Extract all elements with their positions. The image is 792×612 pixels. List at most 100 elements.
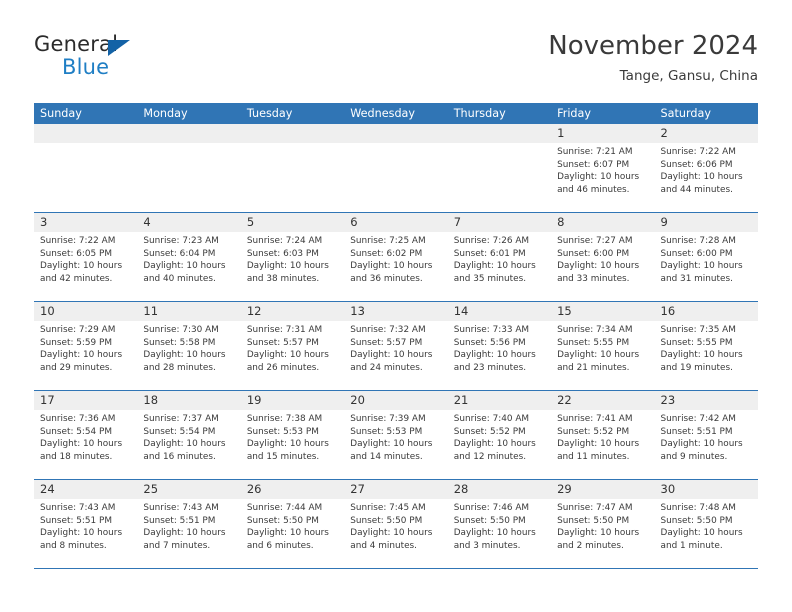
calendar-page: General Blue November 2024 Tange, Gansu,…	[0, 0, 792, 612]
calendar-day-cell[interactable]: 20 Sunrise: 7:39 AM Sunset: 5:53 PM Dayligh…	[344, 391, 448, 479]
sunrise-text: Sunrise: 7:21 AM	[557, 147, 633, 157]
day-sun-info: Sunrise: 7:42 AM Sunset: 5:51 PM Daylight:…	[655, 410, 758, 463]
calendar-day-cell[interactable]: 22 Sunrise: 7:41 AM Sunset: 5:52 PM Dayligh…	[551, 391, 655, 479]
weekday-header-sunday: Sunday	[40, 107, 82, 120]
calendar-day-cell[interactable]: 30 Sunrise: 7:48 AM Sunset: 5:50 PM Dayligh…	[654, 480, 758, 568]
calendar-day-cell[interactable]: 2 Sunrise: 7:22 AM Sunset: 6:06 PM Daylight…	[654, 124, 758, 212]
sunset-text: Sunset: 5:56 PM	[453, 337, 526, 348]
weekday-header-saturday: Saturday	[660, 107, 711, 120]
calendar-grid: Sunday Monday Tuesday Wednesday Thursday Frid…	[34, 103, 758, 569]
calendar-day-cell[interactable]: 26 Sunrise: 7:44 AM Sunset: 5:50 PM Dayligh…	[240, 480, 345, 568]
calendar-day-cell[interactable]: 8 Sunrise: 7:27 AM Sunset: 6:00 PM Daylight…	[551, 213, 655, 301]
day-number-strip: 19	[240, 391, 345, 410]
calendar-day-cell-empty	[447, 124, 552, 212]
day-number: 30	[660, 482, 676, 496]
calendar-weeks: 1 Sunrise: 7:21 AM Sunset: 6:07 PM Daylight…	[34, 124, 758, 569]
day-number-strip: 2	[654, 124, 758, 143]
calendar-day-cell[interactable]: 4 Sunrise: 7:23 AM Sunset: 6:04 PM Daylight…	[137, 213, 241, 301]
day-number-strip: 29	[551, 480, 655, 499]
sunrise-text: Sunrise: 7:25 AM	[350, 236, 426, 246]
day-number: 2	[660, 126, 668, 140]
day-sun-info: Sunrise: 7:27 AM Sunset: 6:00 PM Daylight:…	[551, 232, 654, 285]
calendar-day-cell[interactable]: 18 Sunrise: 7:37 AM Sunset: 5:54 PM Dayligh…	[137, 391, 241, 479]
daylight-text: Daylight: 10 hours and 15 minutes.	[246, 439, 329, 462]
calendar-day-cell[interactable]: 3 Sunrise: 7:22 AM Sunset: 6:05 PM Daylight…	[34, 213, 138, 301]
day-number: 8	[557, 215, 565, 229]
brand-name-blue: Blue	[62, 55, 110, 79]
day-sun-info: Sunrise: 7:22 AM Sunset: 6:06 PM Daylight:…	[655, 143, 758, 196]
sunrise-text: Sunrise: 7:32 AM	[350, 325, 426, 335]
sunrise-text: Sunrise: 7:46 AM	[453, 503, 530, 513]
day-number: 19	[246, 393, 262, 407]
day-number-strip: 18	[137, 391, 241, 410]
day-sun-info: Sunrise: 7:35 AM Sunset: 5:55 PM Daylight:…	[655, 321, 758, 374]
daylight-text: Daylight: 10 hours and 6 minutes.	[246, 528, 329, 551]
calendar-day-cell[interactable]: 7 Sunrise: 7:26 AM Sunset: 6:01 PM Daylight…	[447, 213, 552, 301]
day-number-strip: 20	[344, 391, 448, 410]
sunrise-text: Sunrise: 7:34 AM	[557, 325, 633, 335]
day-number-strip: 6	[344, 213, 448, 232]
brand-logo[interactable]: General Blue	[34, 32, 234, 90]
sunrise-text: Sunrise: 7:43 AM	[40, 503, 116, 513]
daylight-text: Daylight: 10 hours and 12 minutes.	[453, 439, 536, 462]
calendar-day-cell[interactable]: 11 Sunrise: 7:30 AM Sunset: 5:58 PM Dayligh…	[137, 302, 241, 390]
day-sun-info: Sunrise: 7:41 AM Sunset: 5:52 PM Daylight:…	[551, 410, 654, 463]
sunrise-text: Sunrise: 7:37 AM	[143, 414, 219, 424]
day-number-strip: 13	[344, 302, 448, 321]
day-sun-info: Sunrise: 7:39 AM Sunset: 5:53 PM Daylight:…	[344, 410, 447, 463]
calendar-day-cell[interactable]: 9 Sunrise: 7:28 AM Sunset: 6:00 PM Daylight…	[654, 213, 758, 301]
daylight-text: Daylight: 10 hours and 18 minutes.	[40, 439, 123, 462]
sunrise-text: Sunrise: 7:33 AM	[453, 325, 530, 335]
day-number-strip: 16	[654, 302, 758, 321]
sunset-text: Sunset: 6:01 PM	[453, 248, 526, 259]
day-sun-info: Sunrise: 7:40 AM Sunset: 5:52 PM Daylight:…	[448, 410, 551, 463]
calendar-day-cell[interactable]: 17 Sunrise: 7:36 AM Sunset: 5:54 PM Dayligh…	[34, 391, 138, 479]
location-subtitle: Tange, Gansu, China	[619, 68, 758, 84]
sunset-text: Sunset: 5:50 PM	[350, 515, 423, 526]
calendar-day-cell[interactable]: 6 Sunrise: 7:25 AM Sunset: 6:02 PM Daylight…	[344, 213, 448, 301]
daylight-text: Daylight: 10 hours and 14 minutes.	[350, 439, 433, 462]
calendar-day-cell[interactable]: 24 Sunrise: 7:43 AM Sunset: 5:51 PM Dayligh…	[34, 480, 138, 568]
day-number: 13	[350, 304, 365, 318]
calendar-week-row: 24 Sunrise: 7:43 AM Sunset: 5:51 PM Dayligh…	[34, 480, 758, 569]
calendar-week-row: 17 Sunrise: 7:36 AM Sunset: 5:54 PM Dayligh…	[34, 391, 758, 480]
calendar-day-cell[interactable]: 12 Sunrise: 7:31 AM Sunset: 5:57 PM Dayligh…	[240, 302, 345, 390]
calendar-day-cell[interactable]: 13 Sunrise: 7:32 AM Sunset: 5:57 PM Dayligh…	[344, 302, 448, 390]
sunset-text: Sunset: 5:53 PM	[246, 426, 319, 437]
calendar-day-cell[interactable]: 14 Sunrise: 7:33 AM Sunset: 5:56 PM Dayligh…	[447, 302, 552, 390]
calendar-day-cell[interactable]: 28 Sunrise: 7:46 AM Sunset: 5:50 PM Dayligh…	[447, 480, 552, 568]
day-number-strip: 17	[34, 391, 138, 410]
sunrise-text: Sunrise: 7:29 AM	[40, 325, 116, 335]
day-number-strip: 24	[34, 480, 138, 499]
calendar-day-cell[interactable]: 25 Sunrise: 7:43 AM Sunset: 5:51 PM Dayligh…	[137, 480, 241, 568]
calendar-day-cell[interactable]: 16 Sunrise: 7:35 AM Sunset: 5:55 PM Dayligh…	[654, 302, 758, 390]
sunrise-text: Sunrise: 7:27 AM	[557, 236, 633, 246]
sunrise-text: Sunrise: 7:39 AM	[350, 414, 426, 424]
calendar-day-cell-empty	[137, 124, 241, 212]
sunrise-text: Sunrise: 7:28 AM	[660, 236, 736, 246]
day-number-strip: 21	[447, 391, 552, 410]
weekday-header-thursday: Thursday	[453, 107, 506, 120]
sunrise-text: Sunrise: 7:22 AM	[40, 236, 116, 246]
sunset-text: Sunset: 5:54 PM	[143, 426, 216, 437]
calendar-day-cell[interactable]: 1 Sunrise: 7:21 AM Sunset: 6:07 PM Daylight…	[551, 124, 655, 212]
calendar-day-cell[interactable]: 10 Sunrise: 7:29 AM Sunset: 5:59 PM Dayligh…	[34, 302, 138, 390]
sunrise-text: Sunrise: 7:45 AM	[350, 503, 426, 513]
calendar-day-cell-empty	[240, 124, 345, 212]
day-number: 22	[557, 393, 572, 407]
sunset-text: Sunset: 6:06 PM	[660, 159, 733, 170]
day-number: 11	[143, 304, 159, 318]
day-number-strip	[137, 124, 241, 143]
day-sun-info: Sunrise: 7:30 AM Sunset: 5:58 PM Daylight:…	[137, 321, 240, 374]
calendar-day-cell[interactable]: 29 Sunrise: 7:47 AM Sunset: 5:50 PM Dayligh…	[551, 480, 655, 568]
calendar-day-cell[interactable]: 15 Sunrise: 7:34 AM Sunset: 5:55 PM Dayligh…	[551, 302, 655, 390]
day-number-strip: 15	[551, 302, 655, 321]
calendar-day-cell[interactable]: 5 Sunrise: 7:24 AM Sunset: 6:03 PM Daylight…	[240, 213, 345, 301]
calendar-day-cell[interactable]: 27 Sunrise: 7:45 AM Sunset: 5:50 PM Dayligh…	[344, 480, 448, 568]
calendar-day-cell[interactable]: 21 Sunrise: 7:40 AM Sunset: 5:52 PM Dayligh…	[447, 391, 552, 479]
sunset-text: Sunset: 5:50 PM	[453, 515, 526, 526]
day-number-strip: 11	[137, 302, 241, 321]
calendar-day-cell[interactable]: 19 Sunrise: 7:38 AM Sunset: 5:53 PM Dayligh…	[240, 391, 345, 479]
sunset-text: Sunset: 6:00 PM	[557, 248, 630, 259]
calendar-day-cell[interactable]: 23 Sunrise: 7:42 AM Sunset: 5:51 PM Dayligh…	[654, 391, 758, 479]
